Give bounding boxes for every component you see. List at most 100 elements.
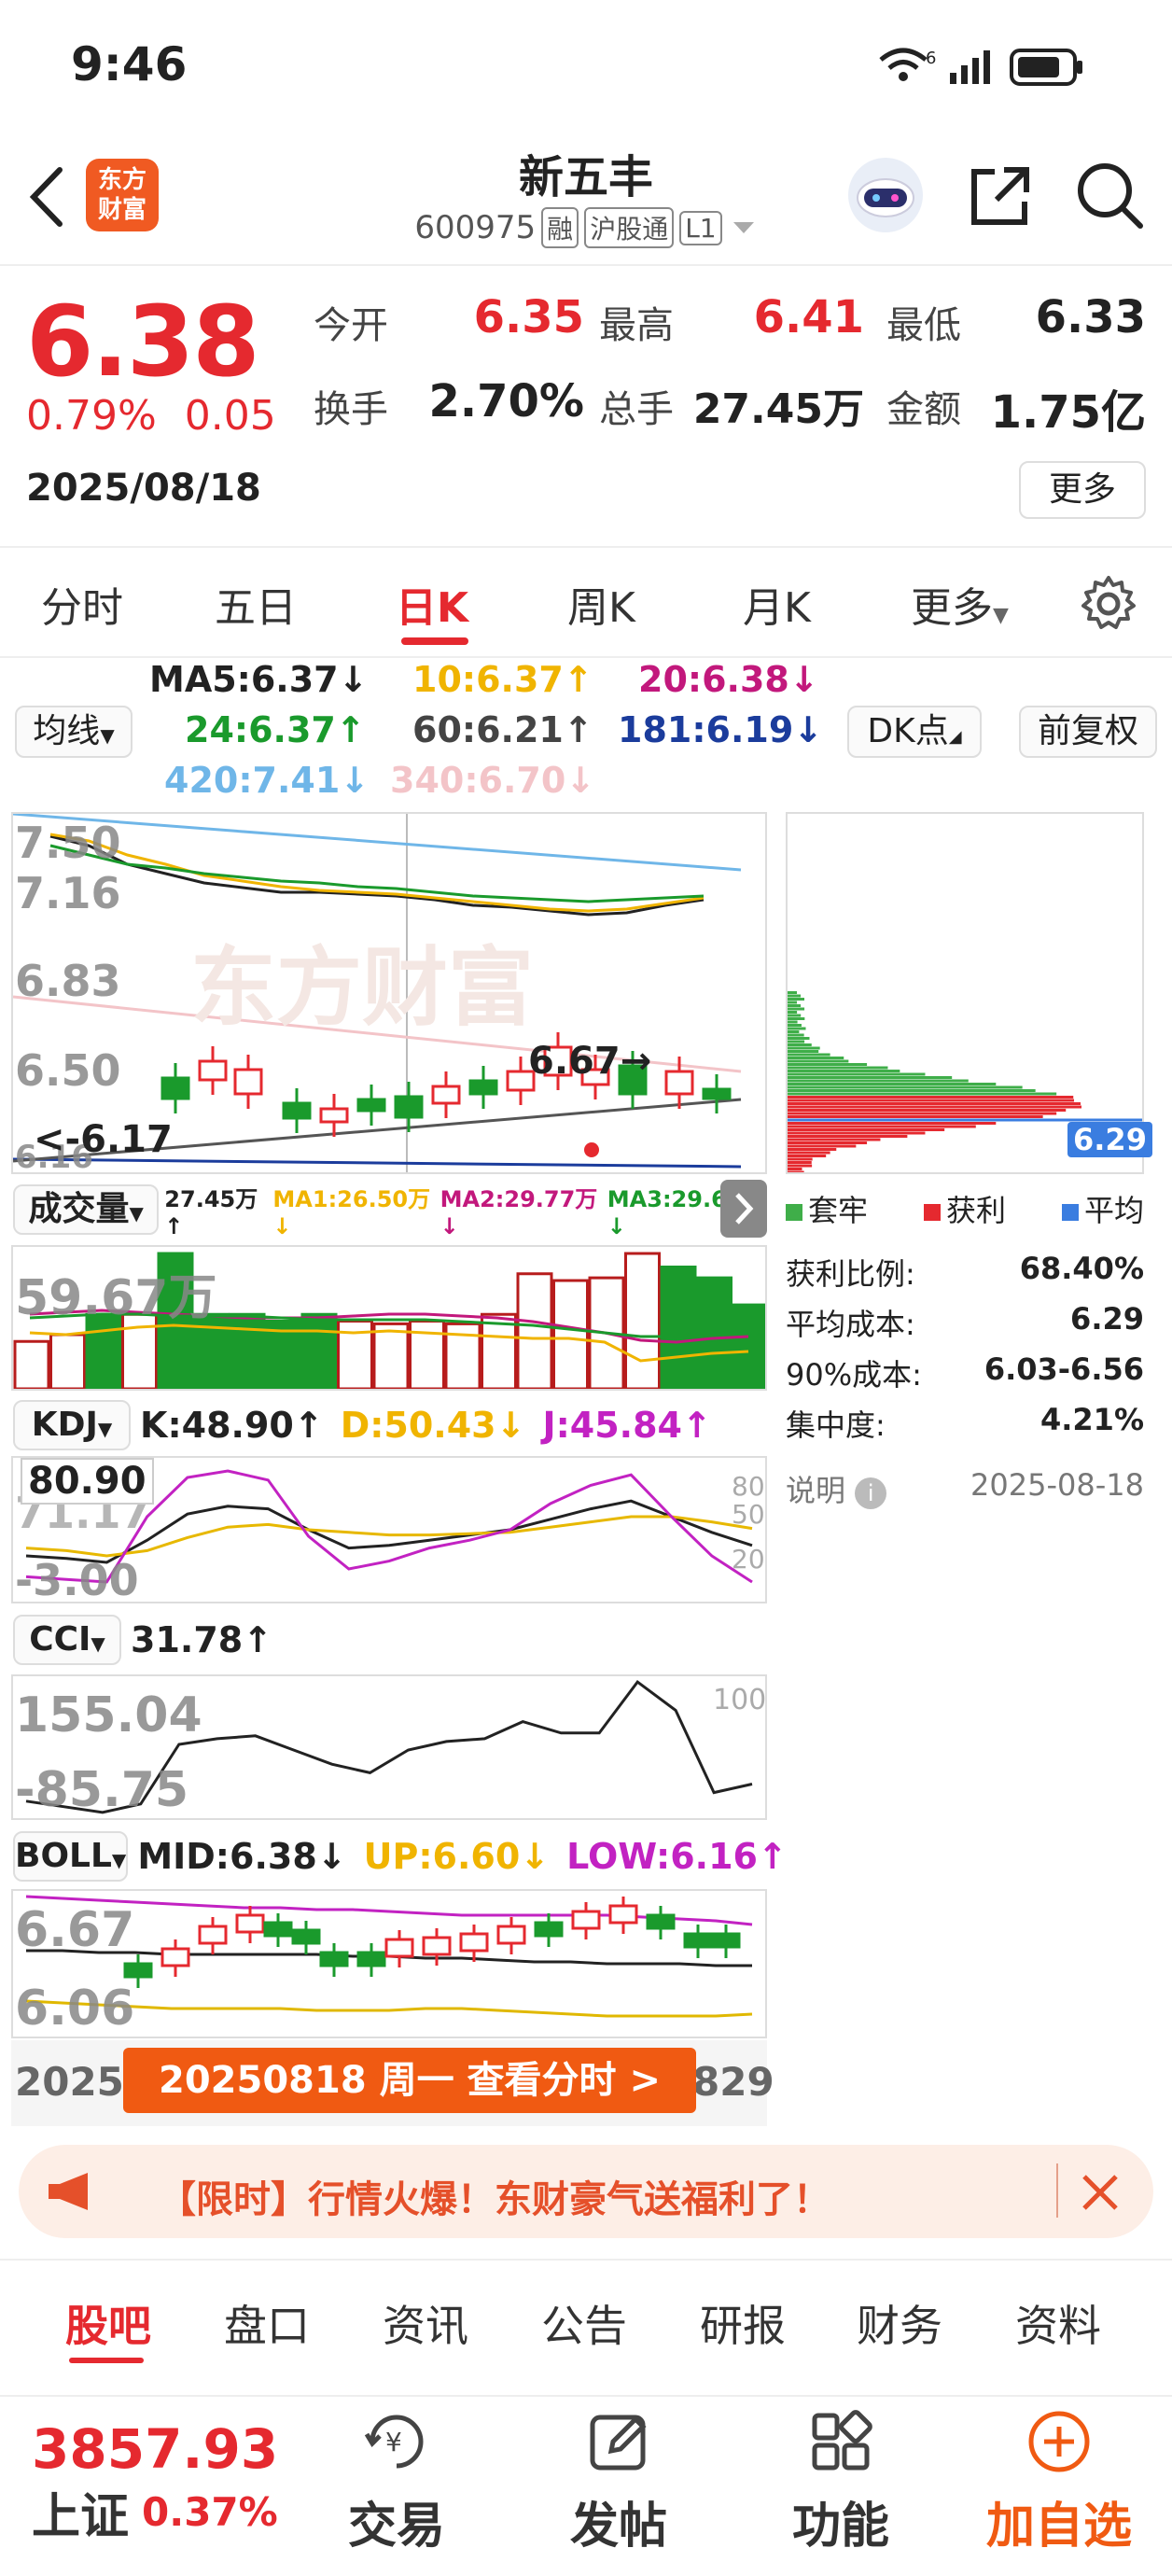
- status-time: 9:46: [71, 37, 188, 91]
- chip-note-label: 说明 i: [786, 1467, 887, 1510]
- chip-bar: [788, 1027, 806, 1030]
- kdj-d-value: D:50.43↓: [340, 1405, 526, 1446]
- chip-bar: [788, 1164, 813, 1168]
- kdj-tick: 50: [732, 1499, 765, 1530]
- chip-bar: [788, 1115, 1043, 1118]
- chip-bar: [788, 1079, 969, 1083]
- tab-intraday[interactable]: 分时: [41, 574, 123, 634]
- tab-research[interactable]: 研报: [700, 2292, 786, 2354]
- boll-low-line: [25, 1895, 753, 1926]
- candle-body: [468, 1079, 498, 1096]
- cci-selector-button[interactable]: CCI▼: [13, 1615, 121, 1665]
- tab-profile[interactable]: 资料: [1015, 2292, 1101, 2354]
- kdj-header: KDJ▼ K:48.90↑ D:50.43↓ J:45.84↑: [13, 1396, 769, 1454]
- note-label-text: 说明: [786, 1473, 846, 1508]
- chip-stat: 90%成本: 6.03-6.56: [786, 1351, 1144, 1394]
- volume-selector-label: 成交量: [28, 1190, 130, 1228]
- field-value-turnover: 2.70%: [428, 375, 584, 427]
- boll-candle-body: [571, 1910, 601, 1930]
- nav-trade[interactable]: ¥ 交易: [327, 2408, 467, 2556]
- chip-distribution-panel[interactable]: 6.29: [786, 812, 1152, 1174]
- nav-add-watchlist-label: 加自选: [985, 2499, 1132, 2555]
- volume-selector-button[interactable]: 成交量▼: [13, 1184, 160, 1235]
- tag-connect: 沪股通: [584, 207, 675, 248]
- promo-banner[interactable]: 【限时】行情火爆！东财豪气送福利了！: [19, 2145, 1153, 2238]
- status-icons: 6: [879, 48, 1082, 86]
- candle-body: [233, 1068, 263, 1096]
- boll-selector-button[interactable]: BOLL▼: [13, 1831, 129, 1882]
- settings-gear-icon[interactable]: [1079, 574, 1138, 634]
- more-quote-button[interactable]: 更多: [1019, 461, 1146, 519]
- volume-panel[interactable]: 59.67万: [11, 1245, 767, 1391]
- share-icon[interactable]: [967, 162, 1034, 230]
- view-intraday-tooltip[interactable]: 20250818 周一 查看分时 >: [123, 2048, 696, 2113]
- boll-candle-body: [496, 1925, 526, 1945]
- boll-candle-body: [198, 1925, 228, 1945]
- adjust-price-button[interactable]: 前复权: [1019, 706, 1157, 758]
- cci-tick: 100: [713, 1684, 767, 1716]
- chip-bar: [788, 1057, 844, 1059]
- close-icon[interactable]: [1079, 2171, 1122, 2214]
- chip-bar: [788, 1043, 812, 1046]
- chip-bar: [788, 1050, 819, 1053]
- boll-axis-bottom: 6.06: [15, 1981, 135, 2037]
- chip-bar: [788, 1105, 1082, 1109]
- kdj-tick: 80: [732, 1471, 765, 1502]
- cci-header: CCI▼ 31.78↑: [13, 1611, 769, 1669]
- tab-forum[interactable]: 股吧: [65, 2292, 151, 2354]
- legend-average-label: 平均: [1083, 1193, 1144, 1228]
- kdj-selector-button[interactable]: KDJ▼: [13, 1400, 131, 1450]
- chip-bar: [788, 994, 802, 998]
- kline-axis-label: 7.50: [15, 818, 121, 868]
- tab-finance[interactable]: 财务: [857, 2292, 942, 2354]
- active-tab-indicator: [69, 2358, 144, 2363]
- chip-bar: [788, 1157, 813, 1161]
- cci-panel[interactable]: 155.04 -85.75 100: [11, 1674, 767, 1820]
- volume-bar: [552, 1279, 589, 1389]
- kdj-panel[interactable]: 71.17 80.90 -3.00 80 50 20: [11, 1456, 767, 1605]
- low-marker-value: 6.17: [80, 1118, 173, 1161]
- chip-bar: [788, 1089, 1036, 1092]
- tab-monthly-k[interactable]: 月K: [743, 574, 811, 634]
- volume-bar: [229, 1312, 266, 1389]
- index-ticker[interactable]: 3857.93 上证 0.37%: [32, 2417, 278, 2547]
- chip-bar: [788, 1014, 802, 1017]
- tab-order-book[interactable]: 盘口: [224, 2292, 310, 2354]
- volume-value: 27.45万↑: [164, 1185, 258, 1239]
- field-label-amount: 金额: [886, 388, 961, 431]
- caret-down-icon: ▼: [129, 1202, 144, 1225]
- tab-announcements[interactable]: 公告: [541, 2292, 627, 2354]
- boll-candle-body: [123, 1962, 153, 1979]
- stat-value: 6.29: [1070, 1301, 1144, 1337]
- chip-bar: [788, 1020, 798, 1024]
- nav-add-watchlist[interactable]: 加自选: [980, 2408, 1138, 2556]
- expand-panel-icon[interactable]: [720, 1180, 767, 1238]
- chip-note[interactable]: 说明 i 2025-08-18: [786, 1467, 1144, 1510]
- kline-panel[interactable]: 7.50 7.16 6.83 6.50 6.16 东方财富 6.67→ <-6.…: [11, 812, 767, 1176]
- boll-panel[interactable]: 6.67 6.06: [11, 1889, 767, 2038]
- boll-candle-body: [319, 1951, 349, 1967]
- tab-news[interactable]: 资讯: [383, 2292, 468, 2354]
- search-icon[interactable]: [1075, 161, 1146, 231]
- tab-five-day[interactable]: 五日: [215, 574, 297, 634]
- field-value-amount: 1.75亿: [990, 386, 1146, 439]
- robot-avatar-icon[interactable]: [845, 155, 926, 235]
- chip-bar: [788, 1128, 945, 1131]
- kdj-axis-bottom: -3.00: [15, 1555, 139, 1605]
- dk-point-button[interactable]: DK点◢: [847, 706, 982, 758]
- ma-selector-button[interactable]: 均线▼: [15, 706, 133, 758]
- chip-bar: [788, 1076, 953, 1079]
- nav-functions-label: 功能: [791, 2499, 889, 2555]
- nav-functions[interactable]: 功能: [771, 2408, 911, 2556]
- volume-bar: [732, 1303, 765, 1389]
- chip-bar: [788, 1168, 802, 1170]
- ma24-label: 24:6.37↑: [185, 709, 366, 750]
- tab-more[interactable]: 更多▼: [911, 574, 1009, 634]
- boll-candle-body: [263, 1921, 293, 1938]
- signal-icon: [950, 50, 990, 84]
- tab-daily-k[interactable]: 日K: [396, 574, 468, 634]
- tab-weekly-k[interactable]: 周K: [567, 574, 635, 634]
- nav-post[interactable]: 发帖: [549, 2408, 689, 2556]
- ma181-label: 181:6.19↓: [618, 709, 824, 750]
- active-tab-indicator: [401, 637, 468, 645]
